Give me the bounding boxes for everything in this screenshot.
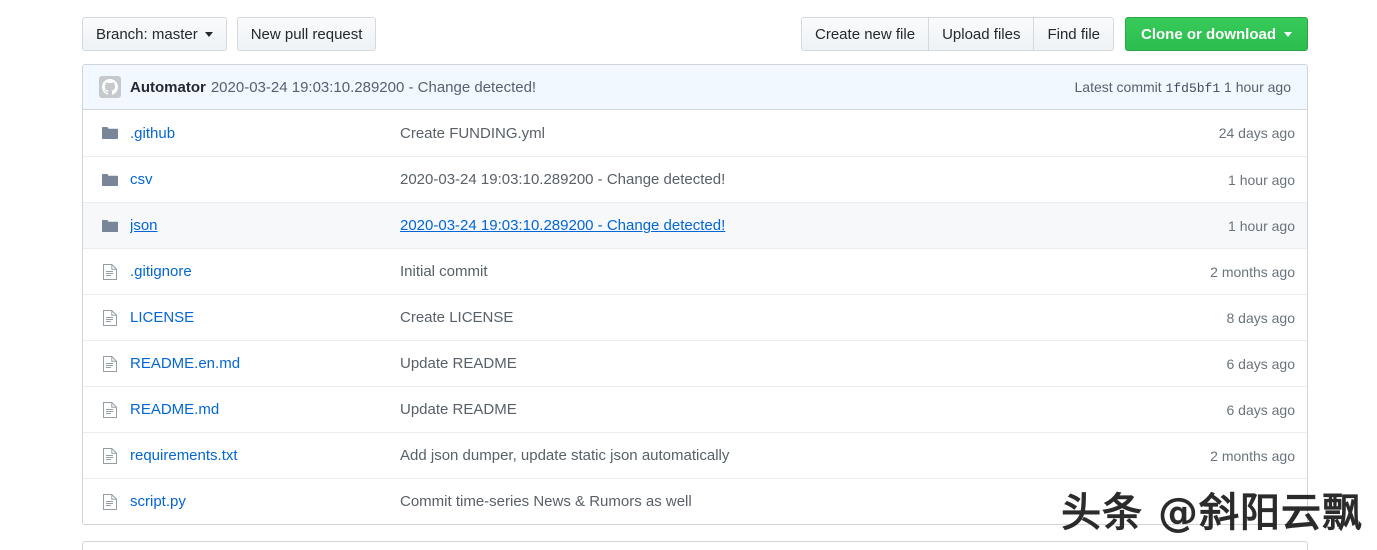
file-name-link[interactable]: README.md <box>130 401 219 418</box>
commit-author[interactable]: Automator <box>130 79 206 96</box>
commit-message-link[interactable]: Create FUNDING.yml <box>400 125 545 142</box>
commit-message-link[interactable]: Add json dumper, update static json auto… <box>400 447 729 464</box>
avatar <box>99 76 121 98</box>
commit-message-link[interactable]: Create LICENSE <box>400 309 513 326</box>
table-row[interactable]: json 2020-03-24 19:03:10.289200 - Change … <box>83 202 1307 248</box>
commit-message-cell: Initial commit <box>400 263 1145 280</box>
github-octocat-icon <box>102 79 118 95</box>
folder-icon <box>99 219 121 233</box>
file-row-list: .github Create FUNDING.yml 24 days ago csv 2… <box>83 110 1307 524</box>
file-name-link[interactable]: .gitignore <box>130 263 192 280</box>
commit-age-cell: 1 hour ago <box>1228 217 1295 234</box>
file-name-cell: requirements.txt <box>130 447 400 464</box>
file-listing-box: Automator 2020-03-24 19:03:10.289200 - C… <box>82 64 1308 525</box>
file-name-link[interactable]: script.py <box>130 493 186 510</box>
github-repo-file-browser: Branch: master New pull request Create n… <box>0 0 1377 550</box>
commit-age-cell: 2 months ago <box>1210 447 1295 464</box>
file-name-cell: script.py <box>130 493 400 510</box>
file-actions-button-group: Create new file Upload files Find file <box>801 17 1114 51</box>
table-row[interactable]: csv 2020-03-24 19:03:10.289200 - Change d… <box>83 156 1307 202</box>
file-name-link[interactable]: README.en.md <box>130 355 240 372</box>
find-file-button[interactable]: Find file <box>1034 17 1114 51</box>
file-icon <box>99 309 121 326</box>
file-name-cell: README.en.md <box>130 355 400 372</box>
toolbar-left-group: Branch: master New pull request <box>82 17 377 51</box>
branch-selector-label: Branch: master <box>96 25 198 43</box>
commit-message-cell: 2020-03-24 19:03:10.289200 - Change dete… <box>400 217 1145 234</box>
file-name-cell: LICENSE <box>130 309 400 326</box>
file-icon <box>99 355 121 372</box>
commit-message-link[interactable]: Update README <box>400 355 517 372</box>
commit-message-link[interactable]: Update README <box>400 401 517 418</box>
new-pull-request-label: New pull request <box>250 25 363 43</box>
file-name-link[interactable]: csv <box>130 171 153 188</box>
file-name-cell: .gitignore <box>130 263 400 280</box>
repo-actions-toolbar: Branch: master New pull request Create n… <box>82 17 1308 53</box>
file-name-link[interactable]: json <box>130 217 158 234</box>
upload-files-button[interactable]: Upload files <box>929 17 1035 51</box>
file-icon <box>99 447 121 464</box>
commit-message-link[interactable]: 2020-03-24 19:03:10.289200 - Change dete… <box>400 171 725 188</box>
table-row[interactable]: .github Create FUNDING.yml 24 days ago <box>83 110 1307 156</box>
file-icon <box>99 263 121 280</box>
commit-message-cell: Commit time-series News & Rumors as well <box>400 493 1145 510</box>
file-name-cell: json <box>130 217 400 234</box>
commit-message-cell: Create LICENSE <box>400 309 1145 326</box>
commit-message-link[interactable]: Commit time-series News & Rumors as well <box>400 493 692 510</box>
table-row[interactable]: LICENSE Create LICENSE 8 days ago <box>83 294 1307 340</box>
chevron-down-icon <box>204 31 213 37</box>
clone-or-download-label: Clone or download <box>1141 25 1276 43</box>
branch-selector-button[interactable]: Branch: master <box>82 17 227 51</box>
file-name-link[interactable]: LICENSE <box>130 309 194 326</box>
latest-commit-label: Latest commit <box>1074 78 1162 95</box>
commit-age-cell: 6 days ago <box>1226 401 1296 418</box>
commit-message-cell: Update README <box>400 401 1145 418</box>
commit-age: 1 hour ago <box>1224 78 1291 95</box>
watermark: 头条 @斜阳云飘 <box>1061 490 1363 536</box>
commit-message-cell: Add json dumper, update static json auto… <box>400 447 1145 464</box>
file-name-link[interactable]: .github <box>130 125 175 142</box>
commit-sha[interactable]: 1fd5bf1 <box>1166 81 1221 96</box>
table-row[interactable]: README.en.md Update README 6 days ago <box>83 340 1307 386</box>
latest-commit-bar: Automator 2020-03-24 19:03:10.289200 - C… <box>83 65 1307 110</box>
folder-icon <box>99 126 121 140</box>
commit-age-cell: 1 hour ago <box>1228 171 1295 188</box>
readme-panel <box>82 541 1308 550</box>
clone-or-download-button[interactable]: Clone or download <box>1125 17 1308 51</box>
commit-message-cell: 2020-03-24 19:03:10.289200 - Change dete… <box>400 171 1145 188</box>
commit-age-cell: 2 months ago <box>1210 263 1295 280</box>
commit-message-link[interactable]: Initial commit <box>400 263 488 280</box>
commit-message-cell: Update README <box>400 355 1145 372</box>
commit-age-cell: 8 days ago <box>1226 309 1296 326</box>
find-file-label: Find file <box>1047 25 1100 43</box>
commit-age-cell: 6 days ago <box>1226 355 1296 372</box>
upload-files-label: Upload files <box>942 25 1021 43</box>
table-row[interactable]: .gitignore Initial commit 2 months ago <box>83 248 1307 294</box>
table-row[interactable]: README.md Update README 6 days ago <box>83 386 1307 432</box>
file-name-cell: csv <box>130 171 400 188</box>
folder-icon <box>99 173 121 187</box>
file-name-cell: README.md <box>130 401 400 418</box>
commit-message-link[interactable]: 2020-03-24 19:03:10.289200 - Change dete… <box>400 217 725 234</box>
file-icon <box>99 493 121 510</box>
file-icon <box>99 401 121 418</box>
commit-message[interactable]: 2020-03-24 19:03:10.289200 - Change dete… <box>211 79 536 96</box>
create-new-file-label: Create new file <box>815 25 916 43</box>
commit-age-cell: 24 days ago <box>1218 125 1295 141</box>
file-name-link[interactable]: requirements.txt <box>130 447 238 464</box>
new-pull-request-button[interactable]: New pull request <box>236 17 377 51</box>
table-row[interactable]: requirements.txt Add json dumper, update … <box>83 432 1307 478</box>
latest-commit-info: Latest commit 1fd5bf1 1 hour ago <box>1075 79 1295 96</box>
chevron-down-icon <box>1284 31 1292 37</box>
file-name-cell: .github <box>130 125 400 142</box>
toolbar-right-group: Create new file Upload files Find file C… <box>801 17 1308 51</box>
create-new-file-button[interactable]: Create new file <box>801 17 930 51</box>
commit-message-cell: Create FUNDING.yml <box>400 125 1145 142</box>
